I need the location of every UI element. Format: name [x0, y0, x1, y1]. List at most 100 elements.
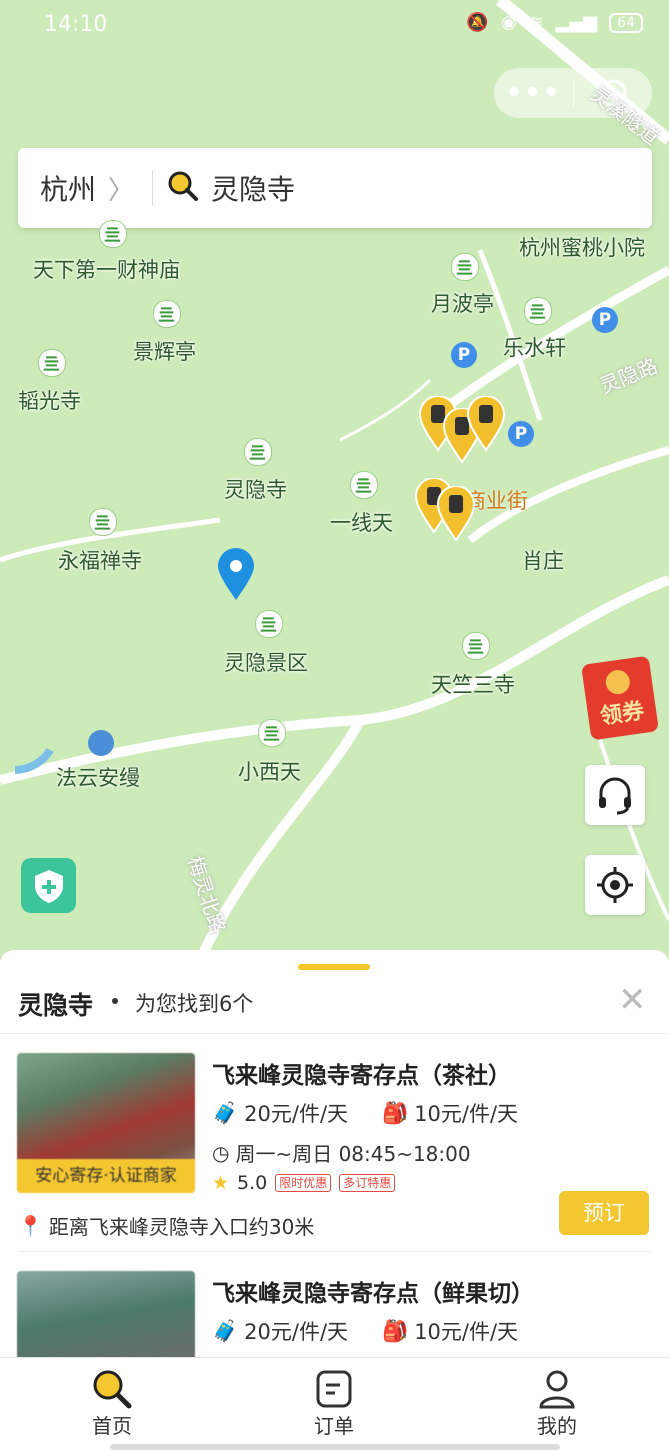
poi-icon	[524, 297, 552, 325]
poi-icon	[99, 220, 127, 248]
safety-button[interactable]	[21, 858, 76, 913]
search-input[interactable]: 灵隐寺	[211, 168, 295, 208]
poi-icon	[89, 508, 117, 536]
order-icon	[274, 1368, 394, 1410]
destination-pin[interactable]	[216, 548, 256, 602]
signal-icon: ▂▄▆	[555, 12, 598, 33]
map-roads	[0, 0, 669, 960]
poi-label[interactable]: 灵隐寺	[224, 474, 287, 504]
promo-tag: 多订特惠	[339, 1174, 396, 1192]
tab-label: 我的	[537, 1414, 577, 1438]
parking-icon[interactable]: P	[508, 421, 534, 447]
coupon-label: 领券	[598, 698, 646, 730]
backpack-icon: 🎒	[382, 1318, 409, 1343]
divider	[0, 1033, 669, 1034]
poi-icon	[153, 300, 181, 328]
price-luggage: 20元/件/天	[244, 1102, 349, 1126]
poi-label[interactable]: 灵隐景区	[224, 647, 308, 677]
rating-value: 5.0	[237, 1172, 268, 1194]
map-pin-icon: 📍	[18, 1213, 43, 1238]
coupon-button[interactable]: 领券	[581, 655, 659, 741]
search-bar[interactable]: 杭州 〉 灵隐寺	[18, 148, 652, 228]
city-selector[interactable]: 杭州	[40, 168, 96, 208]
poi-icon	[38, 349, 66, 377]
sheet-drag-handle[interactable]	[298, 964, 370, 970]
poi-icon	[258, 719, 286, 747]
mute-icon: 🔕	[466, 12, 489, 33]
locate-me-button[interactable]	[585, 855, 645, 915]
verified-badge: 安心寄存·认证商家	[17, 1159, 195, 1193]
tab-orders[interactable]: 订单	[274, 1368, 394, 1439]
results-sheet: 灵隐寺 为您找到6个 ✕ 安心寄存·认证商家 飞来峰灵隐寺寄存点（茶社） 🧳 2…	[0, 950, 669, 1411]
poi-label[interactable]: 永福禅寺	[58, 545, 142, 575]
status-time: 14:10	[44, 12, 108, 37]
chevron-right-icon: 〉	[108, 175, 135, 206]
sheet-separator-dot	[112, 998, 118, 1004]
crosshair-icon	[597, 867, 633, 903]
poi-icon	[462, 632, 490, 660]
poi-label[interactable]: 天竺三寺	[431, 669, 515, 699]
search-icon	[167, 170, 199, 206]
shield-icon	[34, 869, 63, 903]
poi-icon	[451, 253, 479, 281]
poi-label[interactable]: 韬光寺	[18, 385, 81, 415]
shop-thumbnail: 安心寄存·认证商家	[17, 1053, 195, 1193]
poi-label[interactable]: 月波亭	[431, 288, 494, 318]
poi-icon	[255, 610, 283, 638]
hotel-icon	[88, 730, 114, 756]
status-bar: 14:10 🔕 ◉ ≋ ▂▄▆ 64	[0, 0, 669, 50]
hours-row: ◷ 周一~周日 08:45~18:00	[212, 1138, 471, 1167]
distance-row: 📍 距离飞来峰灵隐寺入口约30米	[18, 1211, 314, 1240]
search-icon	[52, 1368, 172, 1410]
poi-label[interactable]: 肖庄	[522, 545, 564, 575]
customer-service-button[interactable]	[585, 765, 645, 825]
clock-icon: ◷	[212, 1140, 230, 1165]
sheet-title: 灵隐寺	[18, 991, 94, 1020]
poi-label[interactable]: 天下第一财神庙	[33, 254, 180, 284]
book-button[interactable]: 预订	[559, 1191, 649, 1235]
poi-label[interactable]: 小西天	[238, 756, 301, 786]
price-row: 🧳 20元/件/天 🎒 10元/件/天	[212, 1316, 518, 1346]
storage-pin[interactable]	[436, 486, 476, 542]
headset-icon	[599, 777, 631, 815]
tab-label: 首页	[92, 1414, 132, 1438]
home-indicator	[110, 1444, 560, 1450]
price-bag: 10元/件/天	[414, 1320, 519, 1344]
luggage-icon: 🧳	[212, 1100, 239, 1125]
price-luggage: 20元/件/天	[244, 1320, 349, 1344]
location-icon: ◉	[500, 12, 517, 33]
luggage-icon: 🧳	[212, 1318, 239, 1343]
price-bag: 10元/件/天	[414, 1102, 519, 1126]
rating-row: ★ 5.0 限时优惠 多订特惠	[212, 1172, 396, 1194]
map-view[interactable]: 14:10 🔕 ◉ ≋ ▂▄▆ 64 ••• 杭州 〉 灵隐寺 灵溪隧道 灵隐路…	[0, 0, 669, 960]
bottom-tab-bar: 首页 订单 我的	[0, 1357, 669, 1451]
storage-pin[interactable]	[466, 396, 506, 452]
poi-icon	[244, 438, 272, 466]
divider	[18, 1251, 651, 1252]
coupon-seal-icon	[604, 668, 632, 696]
shop-name: 飞来峰灵隐寺寄存点（茶社）	[212, 1063, 511, 1089]
poi-label[interactable]: 景辉亭	[133, 336, 196, 366]
search-divider	[152, 170, 154, 206]
shop-name: 飞来峰灵隐寺寄存点（鲜果切）	[212, 1281, 534, 1307]
tab-home[interactable]: 首页	[52, 1368, 172, 1439]
tab-label: 订单	[314, 1414, 354, 1438]
more-icon[interactable]: •••	[494, 78, 573, 108]
promo-tag: 限时优惠	[275, 1174, 332, 1192]
close-icon[interactable]: ✕	[618, 980, 647, 1020]
opening-hours: 周一~周日 08:45~18:00	[235, 1142, 471, 1166]
user-icon	[497, 1368, 617, 1410]
poi-label[interactable]: 乐水轩	[503, 332, 566, 362]
parking-icon[interactable]: P	[592, 307, 618, 333]
wifi-icon: ≋	[528, 12, 544, 33]
distance-text: 距离飞来峰灵隐寺入口约30米	[48, 1215, 315, 1239]
battery-indicator: 64	[609, 12, 643, 33]
tab-profile[interactable]: 我的	[497, 1368, 617, 1439]
parking-icon[interactable]: P	[451, 342, 477, 368]
hotel-label[interactable]: 法云安缦	[56, 762, 140, 792]
star-icon: ★	[212, 1172, 230, 1194]
poi-label[interactable]: 杭州蜜桃小院	[519, 232, 645, 262]
poi-icon	[350, 471, 378, 499]
backpack-icon: 🎒	[382, 1100, 409, 1125]
poi-label[interactable]: 一线天	[330, 507, 393, 537]
